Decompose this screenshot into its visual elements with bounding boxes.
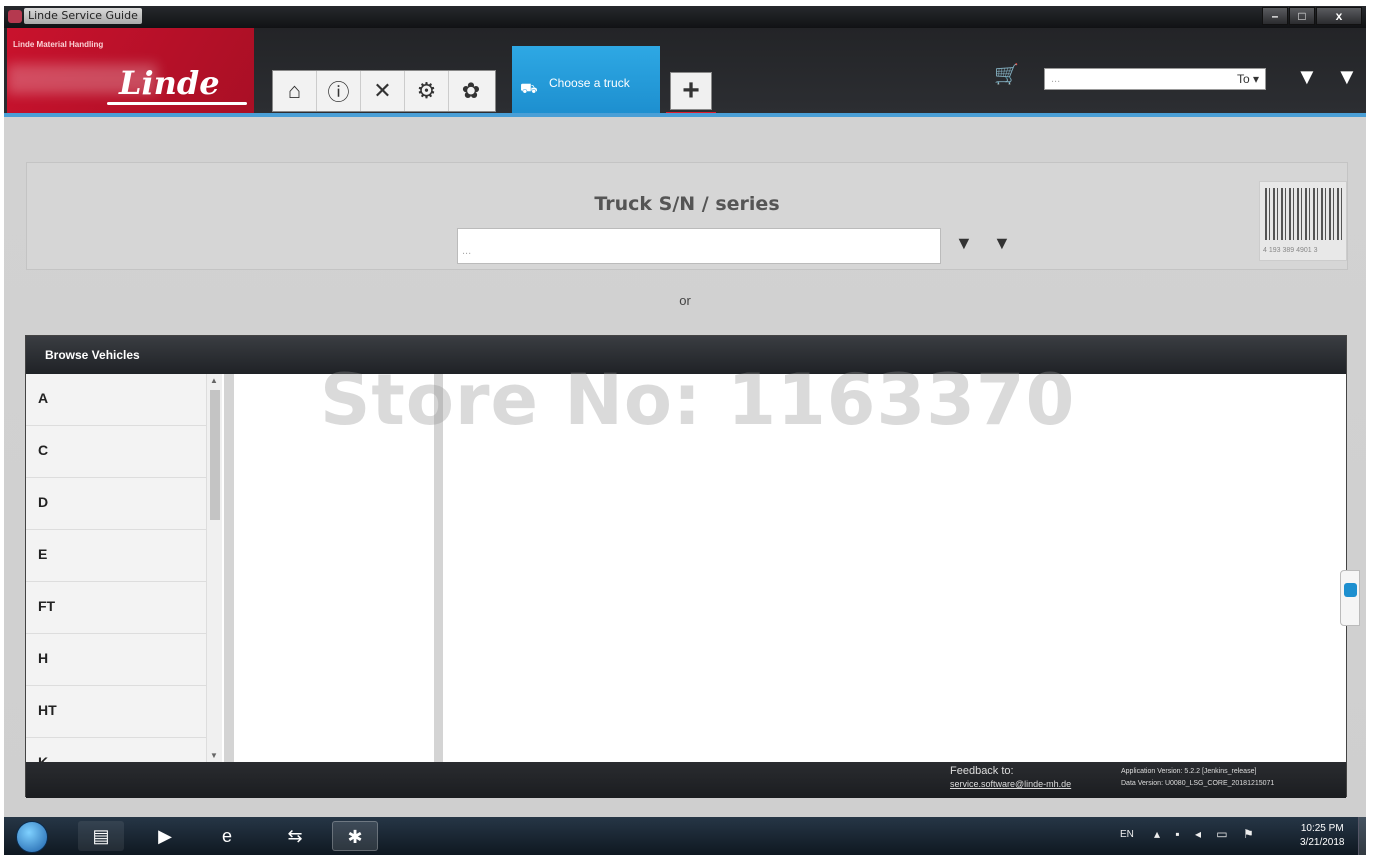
truck-search-panel: Truck S/N / series ... ▼ ▼ 4 193 389 490… <box>26 162 1348 270</box>
scroll-up-icon[interactable]: ▲ <box>210 376 218 385</box>
series-letter-list: A C D E FT H HT K <box>26 374 206 762</box>
feedback-email-link[interactable]: service.software@linde-mh.de <box>950 779 1071 789</box>
start-button[interactable] <box>16 821 48 853</box>
barcode-scan-button[interactable]: 4 193 389 4901 3 <box>1259 181 1347 261</box>
tools-button[interactable]: ✕ <box>361 71 405 111</box>
windows-taskbar: ▤ ▶ e ⇆ ✱ EN ▴ ▪ ◂ ▭ ⚑ 10:25 PM 3/21/201… <box>4 817 1366 855</box>
column-splitter[interactable] <box>224 374 234 762</box>
home-button[interactable]: ⌂ <box>273 71 317 111</box>
media-player-icon: ▶ <box>158 826 172 846</box>
language-indicator[interactable]: EN <box>1120 829 1134 840</box>
teamviewer-icon: ⇆ <box>287 826 303 846</box>
tools-icon: ✕ <box>373 78 392 103</box>
list-item[interactable]: HT <box>26 686 206 738</box>
feedback-label: Feedback to: <box>950 765 1014 777</box>
maximize-button[interactable]: □ <box>1289 7 1315 25</box>
info-button[interactable]: ⓘ <box>317 71 361 111</box>
clock-date: 3/21/2018 <box>1300 837 1345 848</box>
close-button[interactable]: x <box>1316 7 1362 25</box>
system-tray-icons[interactable]: ▴ ▪ ◂ ▭ ⚑ <box>1154 827 1260 841</box>
barcode-icon <box>1265 188 1343 240</box>
scrollbar-thumb[interactable] <box>210 390 220 520</box>
info-icon: ⓘ <box>327 80 350 105</box>
window-titlebar: Linde Service Guide – □ x <box>4 6 1366 28</box>
clock-time: 10:25 PM <box>1300 823 1344 834</box>
app-icon <box>8 10 22 23</box>
header-search-input[interactable]: ... To ▾ <box>1044 68 1266 90</box>
forklift-icon: ⛟ <box>520 80 538 96</box>
parts-button[interactable]: ⚙ <box>405 71 449 111</box>
clear-filter-icon[interactable]: ▼ <box>1336 64 1358 90</box>
browse-vehicles-panel: Browse Vehicles A C D E FT H HT K ▲ ▼ St… <box>25 335 1347 798</box>
app-version: Application Version: 5.2.2 [Jenkins_rele… <box>1121 768 1257 775</box>
truck-sn-input[interactable]: ... <box>457 228 941 264</box>
linde-logo: Linde Material Handling Linde <box>7 28 254 114</box>
logo-swoosh <box>107 102 247 105</box>
logo-brand: Linde <box>119 64 220 102</box>
taskbar-media-player[interactable]: ▶ <box>142 821 188 851</box>
internet-explorer-icon: e <box>221 826 232 846</box>
main-content: Truck S/N / series ... ▼ ▼ 4 193 389 490… <box>4 117 1366 817</box>
settings-icon: ✿ <box>461 78 481 103</box>
close-icon: x <box>1335 9 1343 23</box>
list-item[interactable]: D <box>26 478 206 530</box>
home-icon: ⌂ <box>287 78 302 103</box>
filter-icon[interactable]: ▼ <box>1296 64 1318 90</box>
linde-app-icon: ✱ <box>347 827 363 847</box>
app-header: Linde Material Handling Linde ⌂ ⓘ ✕ ⚙ ✿ … <box>4 28 1366 115</box>
minimize-icon: – <box>1271 9 1279 23</box>
search-to-dropdown[interactable]: To ▾ <box>1237 72 1259 86</box>
search-title: Truck S/N / series <box>594 193 780 215</box>
list-item[interactable]: K <box>26 738 206 762</box>
settings-button[interactable]: ✿ <box>449 71 493 111</box>
tab-label: Choose a truck <box>549 76 630 90</box>
or-label: or <box>679 293 691 308</box>
browse-title: Browse Vehicles <box>45 348 140 362</box>
taskbar-teamviewer[interactable]: ⇆ <box>272 821 318 851</box>
taskbar-clock[interactable]: 10:25 PM 3/21/2018 <box>1300 822 1345 850</box>
teamviewer-icon <box>1344 583 1357 597</box>
scroll-down-icon[interactable]: ▼ <box>210 751 218 760</box>
truck-parts-icon: ⚙ <box>416 78 437 103</box>
show-desktop-button[interactable] <box>1358 817 1366 855</box>
side-panel-tab[interactable] <box>1340 570 1360 626</box>
add-tab-button[interactable]: + <box>670 72 712 110</box>
app-screen: Linde Service Guide – □ x Linde Material… <box>0 0 1374 855</box>
browse-footer: Feedback to: service.software@linde-mh.d… <box>26 762 1346 798</box>
sn-filter-icon[interactable]: ▼ <box>955 233 973 254</box>
letter-list-scrollbar[interactable]: ▲ ▼ <box>206 374 222 762</box>
list-item[interactable]: C <box>26 426 206 478</box>
list-item[interactable]: E <box>26 530 206 582</box>
list-item[interactable]: FT <box>26 582 206 634</box>
header-search-placeholder: ... <box>1051 73 1061 85</box>
taskbar-internet-explorer[interactable]: e <box>204 821 250 851</box>
taskbar-linde-service-guide[interactable]: ✱ <box>332 821 378 851</box>
window-title: Linde Service Guide <box>24 8 142 24</box>
list-item[interactable]: H <box>26 634 206 686</box>
main-icon-bar: ⌂ ⓘ ✕ ⚙ ✿ <box>272 70 496 112</box>
taskbar-explorer[interactable]: ▤ <box>78 821 124 851</box>
logo-subtitle: Linde Material Handling <box>13 40 104 49</box>
minimize-button[interactable]: – <box>1262 7 1288 25</box>
sn-clear-filter-icon[interactable]: ▼ <box>993 233 1011 254</box>
cart-icon[interactable]: 🛒 <box>994 62 1019 87</box>
barcode-number: 4 193 389 4901 3 <box>1263 247 1318 254</box>
tab-choose-a-truck[interactable]: ⛟ Choose a truck <box>512 46 660 114</box>
data-version: Data Version: U0080_LSG_CORE_20181215071 <box>1121 780 1275 787</box>
folder-icon: ▤ <box>92 826 110 846</box>
search-to-label: To <box>1236 72 1250 86</box>
watermark: Store No: 1163370 <box>320 359 1076 441</box>
maximize-icon: □ <box>1298 9 1306 23</box>
list-item[interactable]: A <box>26 374 206 426</box>
